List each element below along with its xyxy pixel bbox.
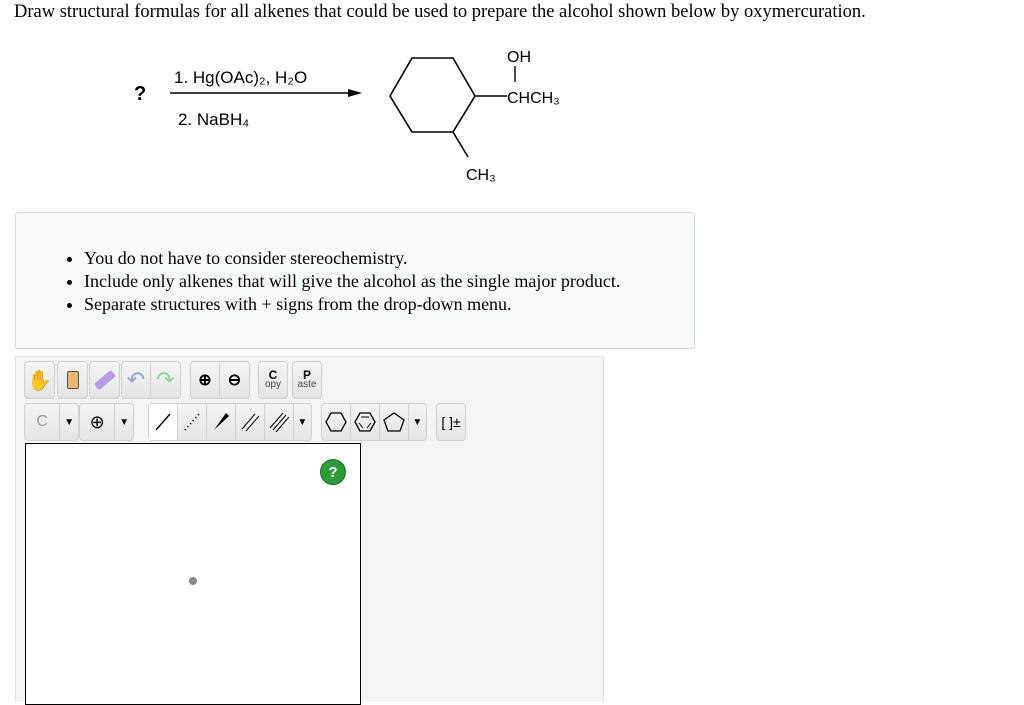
- clear-button[interactable]: [57, 361, 88, 399]
- charge-dropdown[interactable]: ▼: [115, 404, 133, 440]
- arrow-head: [348, 89, 362, 97]
- triple-bond-icon: [269, 412, 289, 432]
- copy-button[interactable]: Copy: [258, 361, 288, 399]
- copy-label-rest: opy: [265, 380, 281, 390]
- reaction-scheme: ? 1. Hg(OAc)₂, H₂O 2. NaBH₄ OH CHCH₃ CH₃: [0, 0, 700, 200]
- benzene-button[interactable]: [351, 404, 380, 440]
- wedge-bond-icon: [211, 412, 231, 432]
- zoom-in-icon: ⊕: [198, 370, 211, 390]
- cyclopentane-icon: [383, 411, 405, 433]
- atom-dropdown[interactable]: ▼: [60, 404, 78, 440]
- side-chain-label: CHCH₃: [507, 90, 560, 107]
- instructions-box: You do not have to consider stereochemis…: [15, 212, 695, 349]
- single-bond-button[interactable]: [149, 404, 178, 440]
- cyclohexane-button[interactable]: [322, 404, 351, 440]
- canvas-dot: [189, 577, 197, 585]
- undo-icon: ↶: [127, 367, 145, 393]
- zoom-out-icon: ⊖: [228, 370, 241, 390]
- redo-button[interactable]: ↷: [151, 362, 180, 398]
- cyclohexane-icon: [325, 411, 347, 433]
- instruction-item: Include only alkenes that will give the …: [84, 270, 620, 293]
- hashed-bond-button[interactable]: [178, 404, 207, 440]
- wedge-bond-button[interactable]: [207, 404, 236, 440]
- help-button[interactable]: ?: [320, 459, 346, 485]
- hand-icon: ✋: [27, 368, 52, 393]
- plus-circle-icon: ⊕: [90, 412, 105, 433]
- undo-button[interactable]: ↶: [122, 362, 151, 398]
- atom-carbon-button[interactable]: C: [25, 404, 60, 440]
- triple-bond-button[interactable]: [265, 404, 294, 440]
- hand-tool-button[interactable]: ✋: [24, 361, 55, 399]
- double-bond-icon: [240, 412, 260, 432]
- cyclohexane-ring: [390, 58, 475, 132]
- hydroxyl-label: OH: [507, 49, 531, 66]
- reagent-2: 2. NaBH₄: [178, 110, 249, 129]
- reagent-1: 1. Hg(OAc)₂, H₂O: [174, 68, 307, 87]
- eraser-button[interactable]: [89, 361, 120, 399]
- cyclopentane-button[interactable]: [380, 404, 409, 440]
- redo-icon: ↷: [156, 367, 174, 393]
- wash-bottle-icon: [67, 371, 79, 389]
- hashed-bond-icon: [182, 412, 202, 432]
- paste-button[interactable]: Paste: [292, 361, 322, 399]
- bracket-charge-button[interactable]: [ ]±: [436, 403, 466, 441]
- eraser-icon: [94, 370, 116, 390]
- reactant-unknown: ?: [134, 83, 146, 105]
- single-bond-icon: [153, 412, 173, 432]
- ring-dropdown[interactable]: ▼: [409, 404, 426, 440]
- bond-dropdown[interactable]: ▼: [294, 404, 311, 440]
- zoom-out-button[interactable]: ⊖: [220, 362, 249, 398]
- benzene-icon: [354, 411, 376, 433]
- charge-plus-button[interactable]: ⊕: [80, 404, 115, 440]
- methyl-label: CH₃: [466, 167, 496, 184]
- instruction-item: You do not have to consider stereochemis…: [84, 247, 620, 270]
- double-bond-button[interactable]: [236, 404, 265, 440]
- paste-label-rest: aste: [298, 380, 317, 390]
- zoom-in-button[interactable]: ⊕: [191, 362, 220, 398]
- instruction-item: Separate structures with + signs from th…: [84, 293, 620, 316]
- drawing-canvas[interactable]: [25, 443, 361, 705]
